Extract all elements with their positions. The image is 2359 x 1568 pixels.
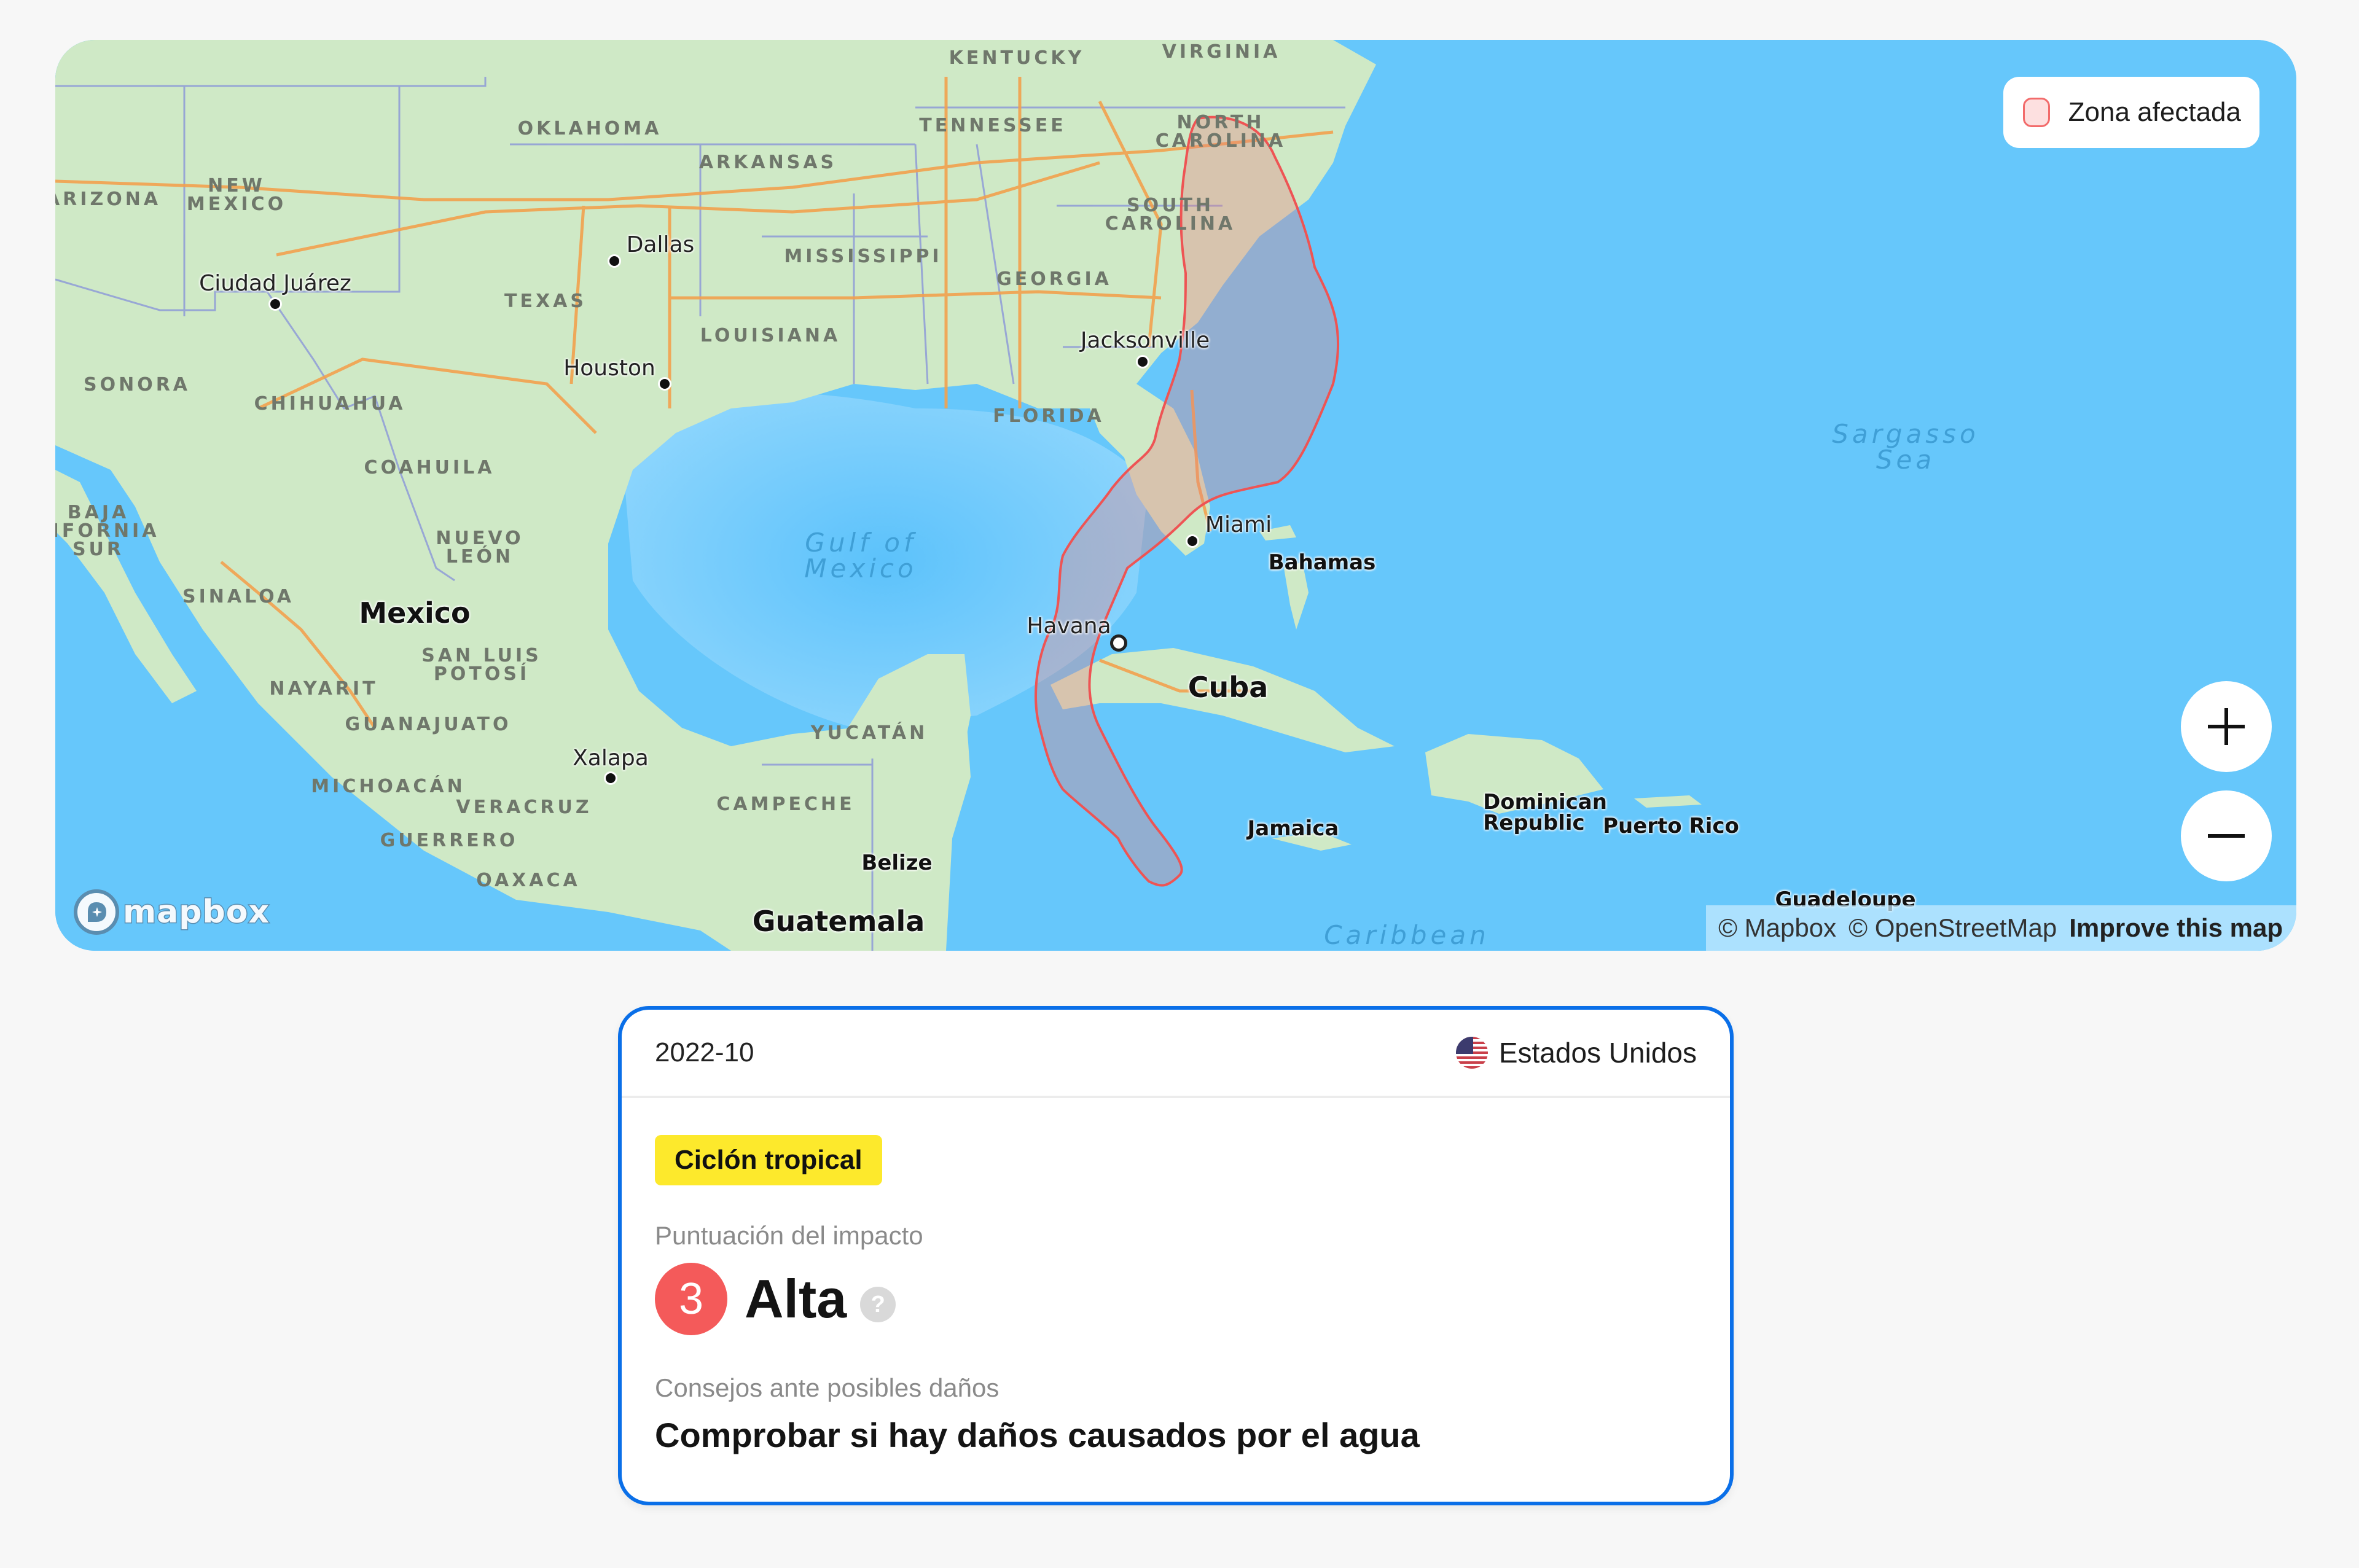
us-flag-icon (1455, 1037, 1488, 1069)
impact-score-badge: 3 (655, 1263, 727, 1335)
map-label-state: SONORA (83, 374, 191, 396)
map-attribution: © Mapbox © OpenStreetMap Improve this ma… (1706, 905, 2296, 951)
mapbox-logo-icon (74, 889, 119, 935)
map-label-country: Puerto Rico (1603, 814, 1739, 838)
map-label-state: SINALOA (182, 586, 295, 607)
event-country-name: Estados Unidos (1498, 1037, 1697, 1069)
map-label-state: TENNESSEE (919, 115, 1066, 136)
map-label-city: Ciudad Juárez (199, 271, 351, 296)
map-label-state: COAHUILA (364, 457, 495, 478)
map-label-state: NAYARIT (269, 678, 378, 700)
map-legend: Zona afectada (2003, 77, 2259, 148)
minus-icon (2208, 834, 2245, 838)
mapbox-logo[interactable]: mapbox (74, 889, 270, 935)
map-label-state: NEW MEXICO (186, 175, 287, 215)
map-label-country: Guatemala (752, 905, 925, 938)
map-label-city: Xalapa (573, 746, 649, 771)
map-label-sea: Caribbean (1324, 920, 1490, 950)
map-label-state: VERACRUZ (456, 797, 592, 818)
map-label-sea: Sargasso Sea (1832, 419, 1979, 475)
event-country: Estados Unidos (1455, 1036, 1697, 1069)
affected-zone-swatch (2022, 98, 2050, 127)
map-label-state: GEORGIA (996, 268, 1112, 290)
legend-label: Zona afectada (2068, 97, 2241, 127)
map-basemap[interactable] (55, 40, 2296, 951)
map-label-state: NORTH CAROLINA (1155, 112, 1286, 152)
map-label-state: NUEVO LEÓN (436, 528, 524, 568)
map-label-state: CAMPECHE (716, 794, 855, 815)
impact-score-row: 3 Alta ? (655, 1263, 1697, 1335)
impact-level: Alta (745, 1268, 847, 1329)
advice-label: Consejos ante posibles daños (655, 1373, 1000, 1402)
map-label-state: OAXACA (476, 870, 581, 891)
map-label-country: Dominican Republic (1483, 790, 1607, 835)
map-label-city: Dallas (626, 232, 695, 257)
map-label-state: SOUTH CAROLINA (1105, 195, 1236, 235)
map-label-state: VIRGINIA (1162, 41, 1281, 63)
event-card-header: 2022-10 Estados Unidos (622, 1010, 1730, 1098)
map-label-city: Jacksonville (1080, 328, 1210, 353)
city-marker-miami (1186, 534, 1199, 548)
city-marker-houston (658, 377, 671, 391)
mapbox-logo-text: mapbox (122, 893, 270, 932)
map-label-state: MICHOACÁN (311, 776, 466, 797)
city-marker-xalapa (604, 771, 617, 785)
map-label-state: CHIHUAHUA (254, 393, 406, 415)
map-label-state: MISSISSIPPI (784, 246, 942, 267)
advice-text: Comprobar si hay daños causados por el a… (655, 1416, 1420, 1454)
city-marker-jacksonville (1136, 355, 1149, 369)
improve-map-link[interactable]: Improve this map (2069, 913, 2283, 943)
map-label-sea: Gulf of Mexico (804, 528, 917, 583)
map-label-state: ARIZONA (55, 189, 162, 210)
city-marker-ciudad-juarez (268, 297, 282, 311)
map-label-city: Miami (1205, 512, 1272, 537)
map-label-state: SAN LUIS POTOSÍ (421, 645, 542, 685)
map-label-country: Mexico (359, 596, 471, 630)
map-label-country: Bahamas (1268, 550, 1376, 575)
city-marker-dallas (608, 254, 621, 268)
map-label-country: Cuba (1187, 671, 1269, 704)
map-label-state: KENTUCKY (949, 47, 1085, 69)
map-label-city: Havana (1027, 614, 1111, 639)
map-label-state: GUANAJUATO (345, 714, 512, 735)
event-card-body: Ciclón tropical Puntuación del impacto 3… (622, 1098, 1730, 1455)
attribution-mapbox-link[interactable]: © Mapbox (1718, 913, 1836, 943)
map-label-state: YUCATÁN (810, 722, 928, 744)
map[interactable]: KENTUCKY VIRGINIA OKLAHOMA ARKANSAS TENNESSE… (55, 40, 2296, 951)
map-label-state: TEXAS (504, 291, 587, 312)
zoom-in-button[interactable] (2181, 681, 2272, 772)
event-type-tag: Ciclón tropical (655, 1135, 882, 1185)
event-date: 2022-10 (655, 1037, 754, 1067)
map-label-country: Jamaica (1247, 816, 1339, 841)
map-label-state: LOUISIANA (700, 325, 841, 346)
plus-icon (2208, 708, 2245, 745)
attribution-osm-link[interactable]: © OpenStreetMap (1848, 913, 2057, 943)
map-label-state: ARKANSAS (698, 152, 837, 173)
help-icon[interactable]: ? (860, 1287, 896, 1322)
map-label-state: BAJALIFORNIASUR (55, 502, 160, 560)
zoom-out-button[interactable] (2181, 790, 2272, 881)
capital-marker-havana (1110, 634, 1127, 652)
map-label-state: GUERRERO (380, 830, 518, 851)
impact-score-label: Puntuación del impacto (655, 1221, 923, 1250)
map-label-city: Houston (563, 356, 655, 381)
event-card[interactable]: 2022-10 Estados Unidos Ciclón tropical P… (618, 1006, 1734, 1505)
map-label-country: Belize (861, 851, 933, 875)
map-label-state: FLORIDA (993, 405, 1105, 427)
map-label-state: OKLAHOMA (517, 118, 662, 139)
